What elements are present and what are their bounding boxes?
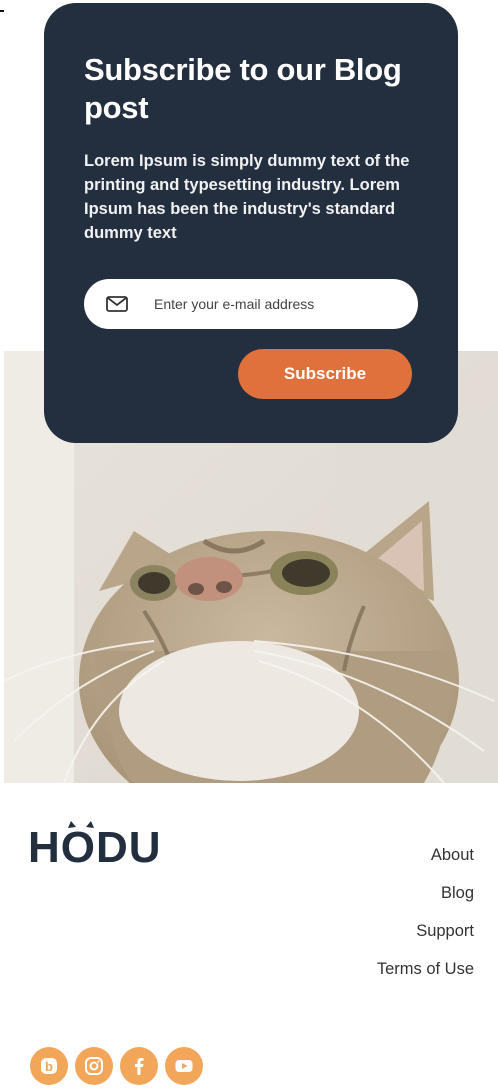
svg-text:b: b <box>45 1059 53 1074</box>
footer-nav: About Blog Support Terms of Use <box>377 836 474 988</box>
mail-icon <box>106 295 130 313</box>
hodu-logo[interactable]: HODU <box>28 820 174 872</box>
subscribe-description: Lorem Ipsum is simply dummy text of the … <box>84 152 410 242</box>
logo-text: HODU <box>28 823 162 868</box>
email-input[interactable] <box>152 295 406 313</box>
footer-link-support[interactable]: Support <box>377 912 474 950</box>
footer-link-blog[interactable]: Blog <box>377 874 474 912</box>
footer-link-about[interactable]: About <box>377 836 474 874</box>
subscribe-card: Subscribe to our Blog post Lorem Ipsum i… <box>44 3 458 443</box>
subscribe-button[interactable]: Subscribe <box>238 349 412 399</box>
social-links: b <box>30 1047 203 1085</box>
subscribe-title: Subscribe to our Blog post <box>84 52 402 125</box>
blogger-icon[interactable]: b <box>30 1047 68 1085</box>
facebook-icon[interactable] <box>120 1047 158 1085</box>
email-field[interactable] <box>84 279 418 329</box>
instagram-icon[interactable] <box>75 1047 113 1085</box>
footer-link-terms[interactable]: Terms of Use <box>377 950 474 988</box>
youtube-icon[interactable] <box>165 1047 203 1085</box>
corner-mark <box>0 10 4 12</box>
